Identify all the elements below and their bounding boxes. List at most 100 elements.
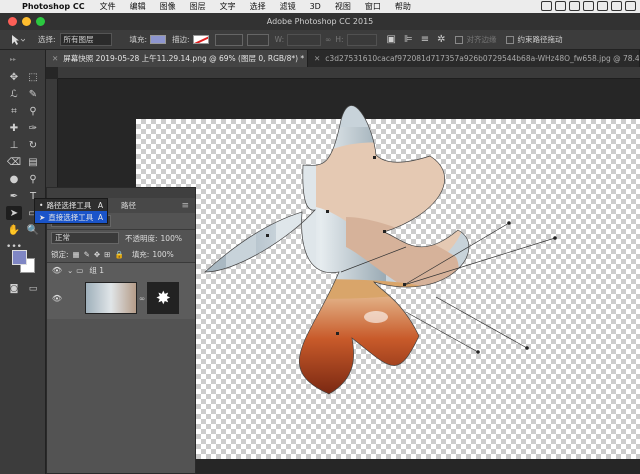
crop-tool-icon[interactable]: ⌗ — [6, 104, 22, 118]
menu-window[interactable]: 窗口 — [365, 1, 381, 12]
menu-3d[interactable]: 3D — [310, 2, 321, 11]
path-selection-tool-icon[interactable]: ➤ — [6, 206, 22, 220]
menu-image[interactable]: 图像 — [160, 1, 176, 12]
menu-edit[interactable]: 编辑 — [130, 1, 146, 12]
quick-select-tool-icon[interactable]: ✎ — [25, 87, 41, 101]
eraser-tool-icon[interactable]: ⌫ — [6, 155, 22, 169]
marquee-tool-icon[interactable]: ⬚ — [25, 70, 41, 84]
lasso-tool-icon[interactable]: ℒ — [6, 87, 22, 101]
zoom-window-button[interactable] — [36, 17, 45, 26]
window-title: Adobe Photoshop CC 2015 — [266, 17, 374, 26]
tray-icon[interactable] — [611, 1, 622, 11]
link-icon[interactable]: ∞ — [325, 35, 331, 44]
select-label: 选择: — [38, 35, 56, 44]
collapse-arrow-icon[interactable]: ⌄ — [67, 266, 73, 275]
w-label: W: — [274, 35, 285, 44]
healing-brush-tool-icon[interactable]: ✚ — [6, 121, 22, 135]
tray-icon[interactable] — [625, 1, 636, 11]
align-edges-label: 对齐边缘 — [466, 35, 497, 44]
gradient-tool-icon[interactable]: ▤ — [25, 155, 41, 169]
direct-selection-tool-item[interactable]: ➤ 直接选择工具 A — [35, 211, 107, 223]
tray-icon[interactable] — [569, 1, 580, 11]
collapse-toolbox-icon[interactable]: ▸▸ — [5, 52, 21, 66]
minimize-window-button[interactable] — [22, 17, 31, 26]
tab-paths[interactable]: 路径 — [115, 200, 142, 211]
clone-stamp-tool-icon[interactable]: ⊥ — [6, 138, 22, 152]
layer-row-group[interactable]: 👁 ⌄ ▭ 组 1 — [47, 263, 195, 277]
blur-tool-icon[interactable]: ● — [6, 172, 22, 186]
stroke-label: 描边: — [172, 35, 190, 44]
visibility-eye-icon[interactable]: 👁 — [51, 294, 63, 303]
lock-row: 锁定: ▦✎✥⊞🔒 填充: 100% — [47, 246, 195, 262]
constrain-path-option[interactable]: 约束路径拖动 — [506, 34, 562, 45]
close-tab-icon[interactable]: ✕ — [314, 54, 320, 63]
opacity-label: 不透明度: — [125, 233, 158, 243]
menu-item-label: 路径选择工具 — [46, 200, 92, 210]
stroke-color-swatch[interactable] — [192, 35, 209, 44]
blend-row: 正常 不透明度: 100% — [47, 230, 195, 246]
fill-label: 填充: — [131, 249, 150, 259]
stroke-type-dropdown[interactable] — [246, 33, 269, 46]
close-tab-icon[interactable]: ✕ — [52, 54, 58, 63]
constrain-path-checkbox[interactable] — [506, 36, 515, 44]
menu-file[interactable]: 文件 — [100, 1, 116, 12]
document-tabs: ✕ 屏幕快照 2019-05-28 上午11.29.14.png @ 69% (… — [46, 50, 640, 67]
path-select-arrow-icon — [12, 34, 25, 45]
close-window-button[interactable] — [8, 17, 17, 26]
tab-jpg-document[interactable]: ✕ c3d27531610cacaf972081d717357a926b0729… — [308, 50, 640, 67]
width-field[interactable] — [287, 33, 322, 46]
dodge-tool-icon[interactable]: ⚲ — [25, 172, 41, 186]
align-edges-checkbox[interactable] — [455, 36, 464, 44]
panel-menu-icon[interactable]: ≡ — [181, 201, 189, 211]
menu-filter[interactable]: 滤镜 — [280, 1, 296, 12]
pen-tool-icon[interactable]: ✒ — [6, 189, 22, 203]
arrow-icon: ➤ — [39, 212, 46, 222]
tool-preset-picker[interactable] — [6, 32, 28, 48]
opacity-value[interactable]: 100% — [161, 234, 182, 243]
align-edges-option[interactable]: 对齐边缘 — [455, 34, 496, 45]
select-dropdown[interactable]: 所有图层 — [59, 33, 112, 46]
move-tool-icon[interactable]: ✥ — [6, 70, 22, 84]
blend-mode-dropdown[interactable]: 正常 — [51, 232, 119, 244]
menu-type[interactable]: 文字 — [220, 1, 236, 12]
quick-mask-icon[interactable]: ◙ — [6, 282, 22, 296]
fill-color-swatch[interactable] — [150, 35, 167, 44]
settings-gear-icon[interactable]: ✲ — [437, 34, 445, 45]
stroke-width-field[interactable] — [214, 33, 243, 46]
path-selection-tool-item[interactable]: • 路径选择工具 A — [35, 199, 107, 211]
screen-mode-icon[interactable]: ▭ — [25, 282, 41, 296]
mask-link-icon[interactable]: ∞ — [139, 294, 145, 303]
eyedropper-tool-icon[interactable]: ⚲ — [25, 104, 41, 118]
height-field[interactable] — [346, 33, 377, 46]
tray-icon[interactable] — [583, 1, 594, 11]
menu-select[interactable]: 选择 — [250, 1, 266, 12]
shortcut-key: A — [97, 200, 103, 210]
foreground-color-swatch[interactable] — [12, 250, 27, 265]
visibility-eye-icon[interactable]: 👁 — [51, 266, 63, 275]
tray-icon[interactable] — [541, 1, 552, 11]
fill-value[interactable]: 100% — [152, 250, 173, 259]
path-alignment-icon[interactable]: ⊫ — [404, 34, 413, 45]
menu-view[interactable]: 视图 — [335, 1, 351, 12]
tool-flyout-menu: • 路径选择工具 A ➤ 直接选择工具 A — [34, 198, 108, 224]
zoom-tool-icon[interactable]: 🔍 — [25, 223, 41, 237]
path-operations-icon[interactable]: ▣ — [387, 34, 396, 45]
menu-layer[interactable]: 图层 — [190, 1, 206, 12]
menu-help[interactable]: 帮助 — [395, 1, 411, 12]
tray-icon[interactable] — [555, 1, 566, 11]
vector-mask-thumbnail: ✸ — [147, 282, 180, 314]
layer-row-photo[interactable]: 👁 ∞ ✸ — [47, 277, 195, 319]
options-bar: 选择: 所有图层 填充: 描边: W: ∞ H: ▣ ⊫ ≡ ✲ 对齐边缘 约束… — [0, 30, 640, 50]
app-menu[interactable]: Photoshop CC — [22, 2, 85, 11]
path-arrangement-icon[interactable]: ≡ — [421, 34, 429, 45]
panel-header[interactable] — [47, 188, 195, 198]
tray-icon[interactable] — [597, 1, 608, 11]
brush-tool-icon[interactable]: ✑ — [25, 121, 41, 135]
window-controls — [8, 17, 45, 26]
history-brush-tool-icon[interactable]: ↻ — [25, 138, 41, 152]
tab-screenshot-document[interactable]: ✕ 屏幕快照 2019-05-28 上午11.29.14.png @ 69% (… — [46, 50, 308, 67]
shortcut-key: A — [97, 212, 103, 222]
fill-label: 填充: — [129, 35, 148, 44]
lock-icons[interactable]: ▦✎✥⊞🔒 — [73, 250, 128, 259]
hand-tool-icon[interactable]: ✋ — [6, 223, 22, 237]
